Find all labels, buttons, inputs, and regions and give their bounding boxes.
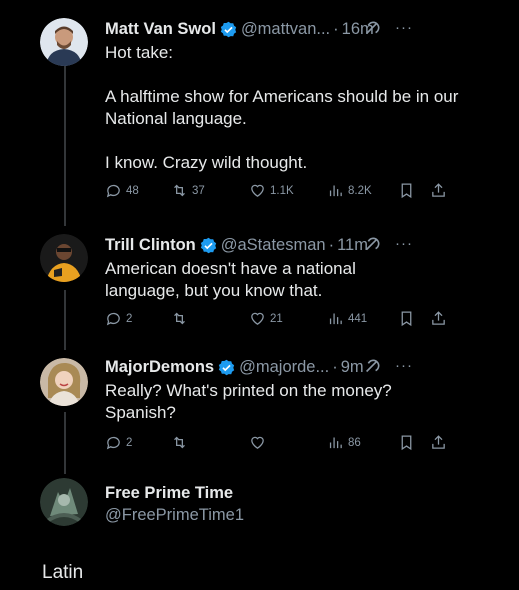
views-icon xyxy=(329,313,342,325)
like-icon xyxy=(251,436,264,449)
repost-button[interactable] xyxy=(171,434,188,451)
reply-button[interactable]: 48 xyxy=(105,182,139,199)
like-button[interactable]: 1.1K xyxy=(249,182,294,199)
verified-icon xyxy=(220,21,237,37)
reply-icon xyxy=(106,436,120,450)
share-button[interactable] xyxy=(430,434,447,451)
author-name[interactable]: MajorDemons xyxy=(105,356,214,378)
views-icon xyxy=(329,437,342,449)
separator-dot: · xyxy=(332,358,338,376)
bookmark-icon xyxy=(401,183,412,199)
reply-button[interactable]: 2 xyxy=(105,310,132,327)
author-name[interactable]: Trill Clinton xyxy=(105,234,196,256)
tweet[interactable]: MajorDemons @majorde... · 9m ··· Really?… xyxy=(0,352,519,464)
action-bar: 2 86 xyxy=(105,434,459,454)
bookmark-icon xyxy=(401,435,412,451)
reply-count: 2 xyxy=(126,436,133,449)
action-bar: 2 21 441 xyxy=(105,310,459,330)
views-button[interactable]: 8.2K xyxy=(327,182,372,199)
author-handle[interactable]: @aStatesman xyxy=(221,234,326,256)
views-icon xyxy=(329,185,342,197)
tweet-text: Hot take: A halftime show for Americans … xyxy=(105,43,459,172)
views-count: 8.2K xyxy=(348,184,372,197)
avatar[interactable] xyxy=(40,478,88,526)
profile-card[interactable]: Free Prime Time @FreePrimeTime1 xyxy=(0,476,519,536)
like-button[interactable] xyxy=(249,434,266,451)
bookmark-button[interactable] xyxy=(398,310,415,327)
more-icon[interactable]: ··· xyxy=(395,355,413,377)
verified-icon xyxy=(200,237,216,253)
author-name[interactable]: Matt Van Swol xyxy=(105,18,216,40)
author-handle[interactable]: @FreePrimeTime1 xyxy=(105,504,459,526)
separator-dot: · xyxy=(333,20,339,38)
grok-icon[interactable] xyxy=(363,358,381,376)
share-button[interactable] xyxy=(430,310,447,327)
views-button[interactable]: 86 xyxy=(327,434,361,451)
action-bar: 48 37 1.1K 8.2K xyxy=(105,182,459,202)
reply-count: 48 xyxy=(126,184,139,197)
views-count: 441 xyxy=(348,312,368,325)
verified-icon xyxy=(218,359,235,375)
share-icon xyxy=(432,183,445,197)
author-handle[interactable]: @majorde... xyxy=(239,356,329,378)
avatar[interactable] xyxy=(40,234,88,282)
views-count: 86 xyxy=(348,436,361,449)
bookmark-icon xyxy=(401,311,412,327)
like-button[interactable]: 21 xyxy=(249,310,283,327)
avatar[interactable] xyxy=(40,18,88,66)
more-icon[interactable]: ··· xyxy=(395,17,413,39)
separator-dot: · xyxy=(328,236,335,254)
bookmark-button[interactable] xyxy=(398,434,415,451)
tweet[interactable]: Matt Van Swol @mattvan... · 16m ··· Hot … xyxy=(0,14,519,219)
reply-count: 2 xyxy=(126,312,133,325)
reply-icon xyxy=(106,312,120,326)
views-button[interactable]: 441 xyxy=(327,310,367,327)
like-icon xyxy=(251,184,264,197)
like-icon xyxy=(251,312,264,325)
repost-button[interactable] xyxy=(171,310,188,327)
author-name[interactable]: Free Prime Time xyxy=(105,482,233,504)
reply-icon xyxy=(106,184,120,198)
grok-icon[interactable] xyxy=(363,20,381,38)
author-handle[interactable]: @mattvan... xyxy=(241,18,330,40)
repost-icon xyxy=(174,312,185,325)
repost-button[interactable]: 37 xyxy=(171,182,205,199)
grok-icon[interactable] xyxy=(363,236,381,254)
timestamp[interactable]: 9m xyxy=(341,356,364,378)
caption-label: Latin xyxy=(42,562,84,583)
tweet-text: American doesn't have a national languag… xyxy=(105,259,356,300)
repost-icon xyxy=(174,436,185,449)
like-count: 1.1K xyxy=(270,184,294,197)
bookmark-button[interactable] xyxy=(398,182,415,199)
more-icon[interactable]: ··· xyxy=(395,233,413,255)
repost-count: 37 xyxy=(192,184,205,197)
avatar[interactable] xyxy=(40,358,88,406)
share-icon xyxy=(432,311,445,325)
tweet[interactable]: Trill Clinton @aStatesman · 11m ··· Amer… xyxy=(0,230,519,340)
like-count: 21 xyxy=(270,312,283,325)
share-button[interactable] xyxy=(430,182,447,199)
reply-button[interactable]: 2 xyxy=(105,434,132,451)
repost-icon xyxy=(174,184,185,197)
tweet-text: Really? What's printed on the money? Spa… xyxy=(105,381,392,422)
share-icon xyxy=(432,435,445,449)
